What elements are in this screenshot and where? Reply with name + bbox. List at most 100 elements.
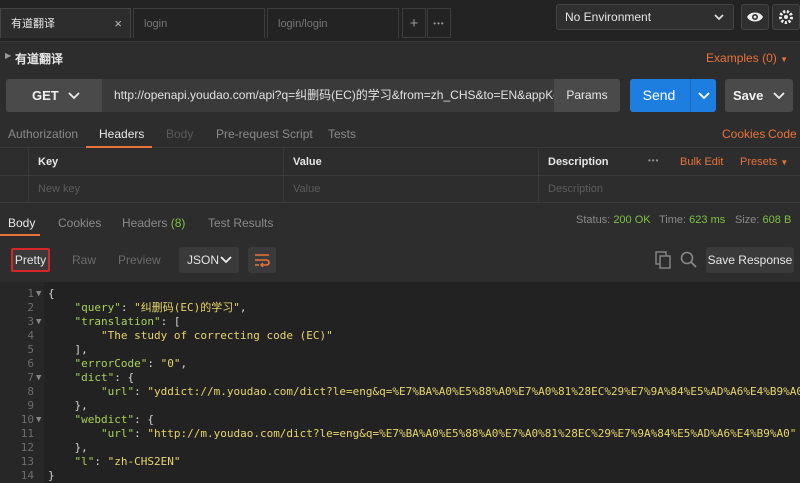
presets-label: Presets xyxy=(740,156,778,168)
line-number: 6 xyxy=(27,357,34,370)
caret-down-icon: ▼ xyxy=(780,55,788,64)
size-readout: Size: 608 B xyxy=(735,214,791,226)
code-text: "dict": { xyxy=(74,371,135,384)
search-icon[interactable] xyxy=(680,251,697,271)
fold-toggle-icon[interactable]: ▼ xyxy=(36,413,41,427)
copy-icon[interactable] xyxy=(655,251,671,272)
wrap-lines-icon xyxy=(255,254,270,267)
code-line: 3 ▼ "translation": [ xyxy=(0,315,800,329)
caret-down-icon: ▼ xyxy=(780,158,789,167)
new-description-input[interactable]: Description xyxy=(538,176,800,203)
presets-dropdown[interactable]: Presets ▼ xyxy=(740,156,788,168)
settings-button[interactable] xyxy=(772,4,800,30)
line-number: 9 xyxy=(27,399,34,412)
add-tab-button[interactable]: + xyxy=(402,8,426,38)
tab-prerequest-script[interactable]: Pre-request Script xyxy=(216,127,313,141)
environment-select[interactable]: No Environment xyxy=(556,4,734,30)
line-number: 8 xyxy=(27,385,34,398)
caret-right-icon[interactable]: ▶ xyxy=(5,51,11,60)
response-body-viewer[interactable]: 1 ▼{2 "query": "纠删码(EC)的学习", 3 ▼ "translati… xyxy=(0,282,800,483)
fold-toggle-icon[interactable]: ▼ xyxy=(36,371,41,385)
language-select[interactable]: JSON xyxy=(179,247,239,273)
tab-response-body[interactable]: Body xyxy=(8,216,35,230)
request-name: 有道翻译 xyxy=(15,52,64,66)
tab-label: 有道翻译 xyxy=(11,18,55,30)
send-label: Send xyxy=(642,87,676,103)
pretty-button[interactable]: Pretty xyxy=(11,248,50,272)
line-number: 5 xyxy=(27,343,34,356)
code-text: { xyxy=(48,287,55,300)
status-label: Status: xyxy=(576,214,611,226)
description-column-header: Description xyxy=(538,149,638,176)
code-text: }, xyxy=(48,441,88,454)
tab-bar: 有道翻译 × login login/login + ••• No Enviro… xyxy=(0,0,800,42)
code-text: "url": "http://m.youdao.com/dict?le=eng&… xyxy=(100,427,797,440)
size-label: Size: xyxy=(735,214,760,226)
code-text: ], xyxy=(48,343,88,356)
chevron-down-icon[interactable] xyxy=(773,79,785,124)
tab-response-cookies[interactable]: Cookies xyxy=(58,216,101,230)
tab-authorization[interactable]: Authorization xyxy=(8,127,78,141)
line-number: 3 xyxy=(27,315,34,328)
code-text: "The study of correcting code (EC)" xyxy=(100,329,333,342)
status-value: 200 OK xyxy=(613,214,651,226)
request-title-row: ▶ 有道翻译 Examples (0) ▼ xyxy=(0,42,800,72)
code-link[interactable]: Code xyxy=(768,127,797,141)
eye-icon xyxy=(747,12,763,22)
tab-test-results[interactable]: Test Results xyxy=(208,216,273,230)
active-tab-indicator xyxy=(86,146,152,148)
fold-toggle-icon[interactable]: ▼ xyxy=(36,315,41,329)
preview-button[interactable]: Preview xyxy=(118,253,161,267)
send-button[interactable]: Send xyxy=(630,79,716,112)
save-response-button[interactable]: Save Response xyxy=(706,247,794,273)
size-value: 608 B xyxy=(762,214,792,226)
examples-dropdown[interactable]: Examples (0) ▼ xyxy=(706,51,788,65)
more-tabs-button[interactable]: ••• xyxy=(427,8,451,38)
close-icon[interactable]: × xyxy=(114,9,122,39)
tab-headers[interactable]: Headers xyxy=(99,127,144,141)
code-line: 2 "query": "纠删码(EC)的学习", xyxy=(0,301,800,315)
line-number: 10 xyxy=(20,413,34,426)
code-line: 14} xyxy=(0,469,800,483)
tab-login[interactable]: login xyxy=(133,8,265,38)
new-value-input[interactable]: Value xyxy=(283,176,538,203)
tab-label: login xyxy=(144,18,168,30)
request-tabs: Authorization Headers Body Pre-request S… xyxy=(0,122,800,148)
key-column-header: Key xyxy=(28,149,283,176)
tab-response-headers[interactable]: Headers (8) xyxy=(122,216,185,230)
eye-button[interactable] xyxy=(741,4,769,30)
method-select[interactable]: GET xyxy=(6,79,102,112)
raw-button[interactable]: Raw xyxy=(72,253,96,267)
new-key-input[interactable]: New key xyxy=(28,176,283,203)
save-label: Save xyxy=(733,88,764,103)
cookies-link[interactable]: Cookies xyxy=(722,127,765,141)
chevron-down-icon[interactable] xyxy=(692,79,716,124)
code-text: }, xyxy=(48,399,88,412)
tab-youdao[interactable]: 有道翻译 × xyxy=(0,8,131,38)
code-line: 4 "The study of correcting code (EC)" xyxy=(0,329,800,343)
fold-toggle-icon[interactable]: ▼ xyxy=(36,287,41,301)
bulk-edit-link[interactable]: Bulk Edit xyxy=(680,156,723,168)
code-line: 1 ▼ { xyxy=(0,287,800,301)
url-input[interactable]: http://openapi.youdao.com/api?q=纠删码(EC)的… xyxy=(102,79,554,112)
code-text: } xyxy=(48,469,55,482)
line-number: 13 xyxy=(20,455,34,468)
wrap-lines-button[interactable] xyxy=(248,247,276,273)
code-line: 7 ▼ "dict": { xyxy=(0,371,800,385)
tab-body[interactable]: Body xyxy=(166,127,193,141)
code-text: "query": "纠删码(EC)的学习", xyxy=(74,301,247,314)
code-text: "translation": [ xyxy=(74,315,181,328)
line-number: 1 xyxy=(27,287,34,300)
params-button[interactable]: Params xyxy=(554,79,620,112)
method-label: GET xyxy=(32,88,59,103)
time-readout: Time: 623 ms xyxy=(659,214,725,226)
language-label: JSON xyxy=(187,253,220,267)
line-number: 4 xyxy=(27,329,34,342)
tab-tests[interactable]: Tests xyxy=(328,127,356,141)
more-options-icon[interactable]: ••• xyxy=(648,156,659,165)
tab-login-login[interactable]: login/login xyxy=(267,8,399,38)
gear-icon xyxy=(779,10,793,24)
headers-count-badge: (8) xyxy=(170,216,186,230)
save-button[interactable]: Save xyxy=(725,79,793,112)
line-number: 7 xyxy=(27,371,34,384)
